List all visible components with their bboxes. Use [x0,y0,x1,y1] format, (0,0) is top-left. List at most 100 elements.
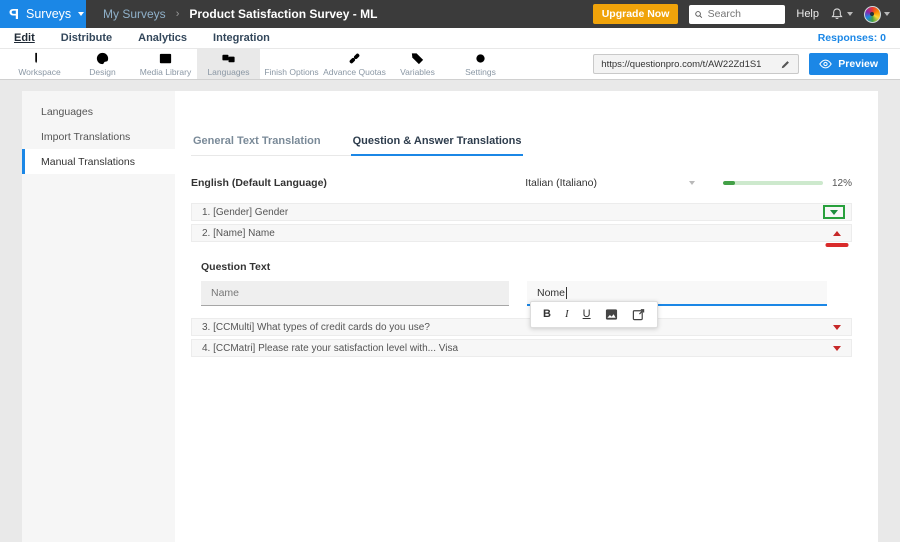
top-bar: P Surveys My Surveys › Product Satisfact… [0,0,900,28]
italic-button[interactable]: I [565,309,569,320]
languages-card: Languages Import Translations Manual Tra… [22,91,878,542]
tool-workspace[interactable]: Workspace [8,49,71,79]
preview-label: Preview [838,58,878,70]
menu-item-distribute[interactable]: Distribute [61,32,112,44]
menu-bar: Edit Distribute Analytics Integration Re… [0,28,900,49]
collapse-wrap [825,230,849,247]
menu-item-integration[interactable]: Integration [213,32,270,44]
question-row-gender[interactable]: 1. [Gender] Gender [191,203,852,221]
question-text-label: Question Text [201,261,271,273]
workspace-icon [35,52,37,64]
menu-item-analytics[interactable]: Analytics [138,32,187,44]
questionpro-logo[interactable]: P [9,6,19,23]
tab-general-text-translation[interactable]: General Text Translation [191,135,323,155]
question-row-name[interactable]: 2. [Name] Name [191,224,852,247]
expand-control [823,205,845,219]
account-menu[interactable] [864,5,890,23]
question-title: 3. [CCMulti] What types of credit cards … [202,321,430,333]
product-menu-label[interactable]: Surveys [26,7,71,21]
advance-quotas-icon [349,53,360,64]
survey-url-input[interactable] [601,58,774,70]
languages-icon [222,54,235,63]
insert-image-icon[interactable] [605,308,618,321]
source-text-value: Name [211,287,240,299]
tool-label: Workspace [18,67,61,77]
insert-link-icon[interactable] [632,308,645,321]
expand-caret-icon[interactable] [830,210,838,215]
chevron-down-icon [884,12,890,16]
menu-item-edit[interactable]: Edit [14,32,35,44]
breadcrumb-separator: › [175,8,180,20]
translations-main: General Text Translation Question & Answ… [175,91,878,542]
design-icon [96,52,109,65]
survey-url-box[interactable] [593,54,800,74]
tool-label: Advance Quotas [323,67,386,77]
responses-count-link[interactable]: Responses: 0 [818,32,886,44]
expand-caret-icon[interactable] [833,345,841,351]
eye-icon [819,59,833,69]
tool-label: Finish Options [264,67,319,77]
tool-settings[interactable]: Settings [449,49,512,79]
search-input[interactable] [707,8,781,20]
upgrade-now-button[interactable]: Upgrade Now [592,4,679,24]
tab-question-answer-translations[interactable]: Question & Answer Translations [350,135,524,156]
tool-languages[interactable]: Languages [197,49,260,79]
tool-label: Design [89,67,116,77]
question-title: 2. [Name] Name [202,227,275,239]
sidebar-item-label: Import Translations [41,130,131,143]
text-cursor [566,286,568,299]
translation-tabs: General Text Translation Question & Answ… [191,135,524,156]
sidebar-item-manual-translations[interactable]: Manual Translations [22,149,175,174]
translation-inputs-row: Name Nome [201,281,852,306]
question-editor-panel: Question Text Name Nome B I U [191,245,852,328]
collapse-caret-icon[interactable] [833,230,841,236]
expand-caret-icon[interactable] [833,324,841,330]
finish-options-icon [293,53,298,60]
source-text-field[interactable]: Name [201,281,509,306]
target-language-dropdown-icon[interactable] [688,181,695,185]
tool-label: Media Library [139,67,192,77]
click-highlight-underline [825,242,849,247]
global-search[interactable] [689,4,786,24]
target-language-group: Italian (Italiano) 12% [525,177,852,189]
chevron-down-icon [78,12,85,16]
toolbar-right: Preview [593,49,900,79]
avatar [864,5,881,23]
target-language-value[interactable]: Italian (Italiano) [525,177,597,189]
help-link[interactable]: Help [796,8,819,20]
expand-control [833,324,841,330]
tool-label: Languages [207,67,250,77]
question-title: 4. [CCMatri] Please rate your satisfacti… [202,342,459,354]
question-row-ccmulti[interactable]: 3. [CCMulti] What types of credit cards … [191,318,852,336]
question-row-ccmatri[interactable]: 4. [CCMatri] Please rate your satisfacti… [191,339,852,357]
sidebar-item-label: Manual Translations [41,155,135,168]
product-switcher[interactable]: P Surveys [0,0,86,28]
languages-sidebar: Languages Import Translations Manual Tra… [22,91,175,542]
bold-button[interactable]: B [543,309,551,320]
page-body: Languages Import Translations Manual Tra… [0,80,900,542]
topbar-right: Upgrade Now Help [592,4,900,24]
settings-icon [474,52,487,65]
variables-icon [411,53,424,65]
breadcrumb: My Surveys › Product Satisfaction Survey… [103,7,377,21]
notifications-menu[interactable] [830,7,853,21]
tool-label: Variables [400,67,435,77]
tool-media-library[interactable]: Media Library [134,49,197,79]
question-list: 1. [Gender] Gender 2. [Name] Name Questi… [191,203,852,357]
sidebar-item-languages[interactable]: Languages [22,99,175,124]
tool-advance-quotas[interactable]: Advance Quotas [323,49,386,79]
sidebar-item-label: Languages [41,105,93,118]
underline-button[interactable]: U [583,309,591,320]
translation-text-value: Nome [537,286,566,299]
tool-finish-options[interactable]: Finish Options [260,49,323,79]
search-icon [695,10,703,18]
tool-design[interactable]: Design [71,49,134,79]
sidebar-item-import-translations[interactable]: Import Translations [22,124,175,149]
preview-button[interactable]: Preview [809,53,888,75]
bell-icon [831,8,843,20]
tool-variables[interactable]: Variables [386,49,449,79]
expand-control [833,345,841,351]
media-library-icon [159,53,172,64]
breadcrumb-my-surveys[interactable]: My Surveys [103,7,166,21]
edit-url-pencil-icon[interactable] [780,59,791,70]
